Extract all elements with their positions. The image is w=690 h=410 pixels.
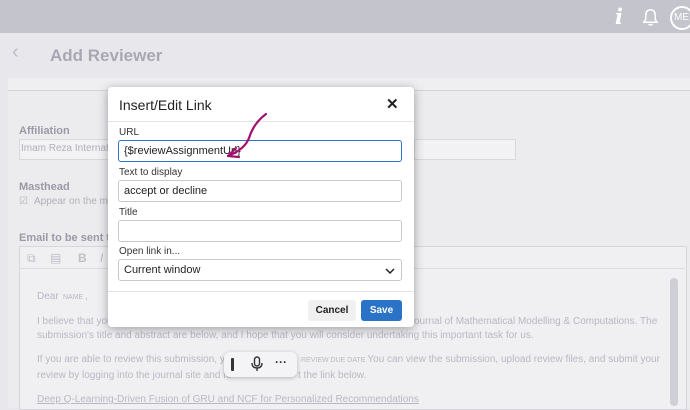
paste-icon[interactable]: ▤ — [50, 251, 61, 265]
floating-toolbar: ··· — [224, 352, 297, 377]
info-icon[interactable]: i — [615, 4, 623, 29]
masthead-label: Masthead — [19, 181, 70, 193]
masthead-option: Appear on the ma — [34, 196, 114, 207]
dialog-divider — [108, 121, 414, 122]
text-cursor-icon[interactable] — [231, 358, 234, 371]
open-link-value: Current window — [124, 264, 201, 276]
save-button[interactable]: Save — [361, 300, 402, 321]
top-bar: i ME — [0, 0, 690, 33]
close-icon[interactable]: ✕ — [386, 95, 399, 113]
microphone-icon[interactable] — [250, 356, 264, 372]
dialog-footer-divider — [108, 291, 414, 292]
email-label: Email to be sent t — [19, 232, 111, 244]
dialog-title: Insert/Edit Link — [119, 97, 212, 113]
affiliation-value: Imam Reza Internati — [21, 143, 112, 154]
back-chevron-icon[interactable]: ‹ — [12, 41, 19, 64]
user-avatar[interactable]: ME — [670, 6, 690, 30]
more-options-icon[interactable]: ··· — [275, 355, 287, 369]
page-header: ‹ Add Reviewer — [0, 33, 690, 78]
page-title: Add Reviewer — [50, 46, 163, 65]
para1-left: I believe that you — [37, 316, 113, 327]
para2-right: . You can view the submission, upload re… — [362, 354, 660, 365]
chevron-down-icon — [385, 268, 395, 275]
italic-icon[interactable]: I — [100, 251, 103, 265]
notification-bell-icon[interactable] — [641, 8, 660, 27]
para2-left: If you are able to review this submissio… — [37, 354, 236, 365]
text-to-display-input[interactable] — [118, 180, 402, 202]
dear-comma: , — [85, 291, 88, 302]
para1-line2: submission's title and abstract are belo… — [37, 330, 534, 341]
cancel-button[interactable]: Cancel — [308, 300, 356, 321]
title-label: Title — [119, 207, 138, 218]
name-tag: NAME — [63, 294, 84, 301]
masthead-checkbox[interactable]: ☑ — [19, 196, 28, 207]
affiliation-label: Affiliation — [19, 125, 70, 137]
bold-icon[interactable]: B — [78, 251, 87, 265]
review-due-date-tag: REVIEW DUE DATE — [301, 357, 366, 364]
url-input[interactable] — [118, 140, 402, 162]
para1-right: ournal of Mathematical Modelling & Compu… — [414, 316, 658, 327]
copy-icon[interactable]: ⧉ — [27, 251, 36, 266]
title-input[interactable] — [118, 220, 402, 242]
affiliation-field-right[interactable] — [414, 139, 516, 160]
url-label: URL — [119, 127, 140, 138]
dear-line: Dear — [37, 291, 59, 302]
open-link-label: Open link in... — [119, 246, 181, 257]
editor-scrollbar[interactable] — [670, 278, 678, 406]
para2-line2-right: t the link below. — [298, 370, 367, 381]
text-to-display-label: Text to display — [119, 167, 183, 178]
insert-edit-link-dialog: Insert/Edit Link ✕ URL Text to display T… — [108, 87, 414, 327]
para2-line2-left: review by logging into the journal site … — [37, 370, 232, 381]
submission-link[interactable]: Deep Q-Learning-Driven Fusion of GRU and… — [37, 393, 419, 407]
open-link-select[interactable]: Current window — [118, 259, 402, 281]
